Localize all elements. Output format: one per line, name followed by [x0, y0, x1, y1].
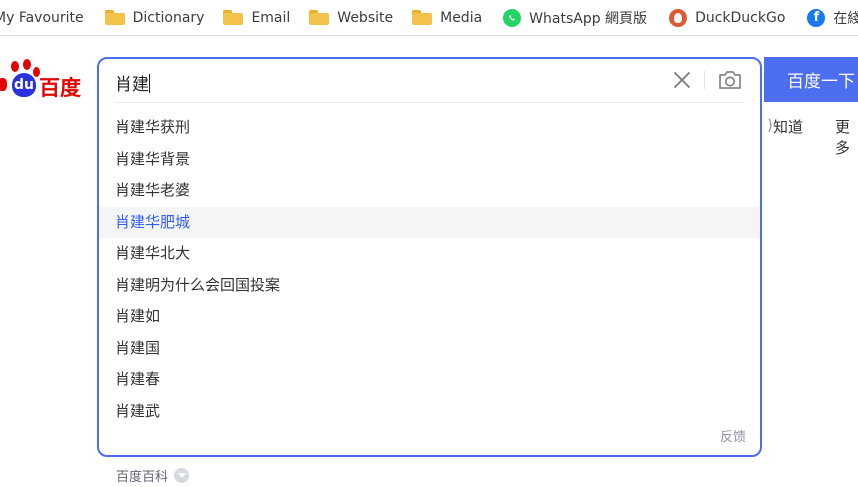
chevron-down-icon[interactable]: [174, 468, 190, 483]
suggestion-item[interactable]: 肖建国: [99, 333, 760, 365]
search-box: 肖建 肖建华获刑 肖建华背景 肖建华老婆 肖建华肥城 肖建华北大 肖建明为什么会…: [97, 57, 762, 457]
nav-zhidao[interactable]: 知道: [773, 116, 803, 137]
baike-source[interactable]: 百度百科: [116, 466, 190, 485]
suggestion-item[interactable]: 肖建明为什么会回国投案: [99, 270, 760, 302]
folder-icon: [412, 10, 433, 25]
whatsapp-icon: [503, 8, 522, 27]
folder-icon: [223, 10, 244, 25]
divider: [115, 102, 745, 103]
bookmark-dictionary[interactable]: Dictionary: [104, 0, 205, 35]
close-icon[interactable]: [671, 69, 693, 91]
bookmark-email[interactable]: Email: [223, 0, 290, 35]
bookmarks-bar: My Favourite Dictionary Email Website Me…: [0, 0, 858, 36]
paw-toe: [0, 78, 7, 91]
camera-icon[interactable]: [717, 68, 743, 92]
facebook-icon: f: [807, 8, 826, 27]
bookmark-website[interactable]: Website: [309, 0, 393, 35]
suggestion-item[interactable]: 肖建武: [99, 396, 760, 428]
suggestion-item[interactable]: 肖建如: [99, 301, 760, 333]
bookmark-label: Website: [337, 9, 394, 26]
bookmark-label: DuckDuckGo: [695, 9, 786, 26]
suggestion-item[interactable]: 肖建春: [99, 364, 760, 396]
bookmark-label: WhatsApp 網頁版: [529, 10, 648, 27]
baike-label: 百度百科: [116, 470, 169, 485]
feedback-link[interactable]: 反馈: [720, 426, 746, 445]
suggestion-item[interactable]: 肖建华北大: [99, 238, 760, 270]
divider: [704, 71, 705, 89]
bookmark-media[interactable]: Media: [412, 0, 482, 35]
bookmark-label: Dictionary: [132, 9, 205, 26]
logo-du: du: [12, 73, 36, 97]
bookmark-facebook[interactable]: f 在綫: [807, 0, 858, 35]
bookmark-duckduckgo[interactable]: DuckDuckGo: [669, 0, 785, 35]
paw-toe: [11, 61, 19, 72]
bookmark-label: Email: [251, 9, 291, 26]
suggestion-item[interactable]: 肖建华获刑: [99, 112, 760, 144]
paw-toe: [23, 59, 31, 70]
search-input[interactable]: 肖建: [115, 70, 150, 95]
search-button[interactable]: 百度一下: [764, 57, 858, 102]
folder-icon: [309, 10, 330, 25]
duckduckgo-icon: [669, 8, 688, 27]
bookmark-label: Media: [440, 9, 483, 26]
suggestion-list: 肖建华获刑 肖建华背景 肖建华老婆 肖建华肥城 肖建华北大 肖建明为什么会回国投…: [99, 112, 760, 427]
suggestion-item-highlighted[interactable]: 肖建华肥城: [99, 206, 760, 238]
folder-icon: [104, 10, 125, 25]
nav-more[interactable]: 更多: [835, 116, 858, 158]
bookmark-label: 在綫: [833, 10, 858, 27]
bookmark-label: My Favourite: [0, 9, 84, 26]
suggestion-item[interactable]: 肖建华老婆: [99, 175, 760, 207]
search-query: 肖建: [115, 75, 149, 95]
nav-zhidao-icon: ): [767, 116, 773, 134]
bookmark-whatsapp[interactable]: WhatsApp 網頁版: [503, 0, 647, 35]
text-caret: [149, 74, 150, 93]
suggestion-item[interactable]: 肖建华背景: [99, 144, 760, 176]
logo-text: 百度: [39, 76, 81, 100]
bookmark-my-favourite[interactable]: My Favourite: [0, 0, 84, 35]
